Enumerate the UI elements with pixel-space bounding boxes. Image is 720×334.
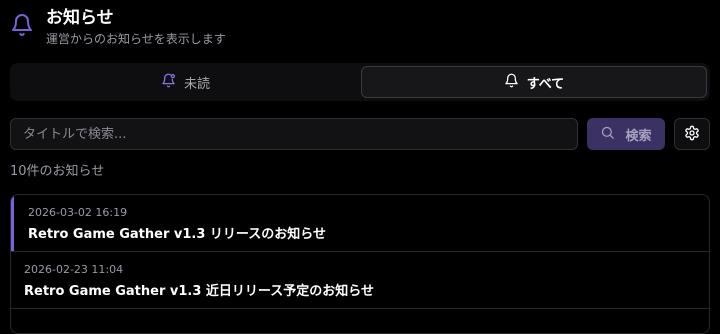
notice-list: 2026-03-02 16:19 Retro Game Gather v1.3 … [10,194,710,334]
gear-icon [684,125,700,144]
notice-title: Retro Game Gather v1.3 近日リリース予定のお知らせ [24,284,375,299]
page-subtitle: 運営からのお知らせを表示します [46,32,226,46]
page-header: お知らせ 運営からのお知らせを表示します [10,6,226,47]
tab-all-label: すべて [526,76,565,92]
settings-button[interactable] [674,118,710,150]
bell-unread-icon [161,73,184,92]
notice-tabs: 未読 すべて [10,63,710,101]
tab-unread-label: 未読 [183,76,210,92]
notice-title: Retro Game Gather v1.3 リリースのお知らせ [28,227,327,242]
search-icon [600,125,625,144]
notice-item[interactable]: 2026-03-02 16:19 Retro Game Gather v1.3 … [11,195,709,252]
notice-date: 2026-02-23 11:04 [24,263,124,276]
tab-unread[interactable]: 未読 [13,66,358,98]
notice-date: 2026-03-02 16:19 [28,206,128,219]
page-title: お知らせ [46,8,114,28]
bell-icon [504,73,527,92]
search-input[interactable] [10,118,578,150]
search-button-label: 検索 [625,128,652,144]
notice-count: 10件のお知らせ [10,164,105,179]
bell-icon [10,13,36,39]
search-button[interactable]: 検索 [587,118,665,150]
notice-item[interactable]: 2026-02-23 11:04 Retro Game Gather v1.3 … [11,252,709,309]
tab-all[interactable]: すべて [361,66,707,98]
